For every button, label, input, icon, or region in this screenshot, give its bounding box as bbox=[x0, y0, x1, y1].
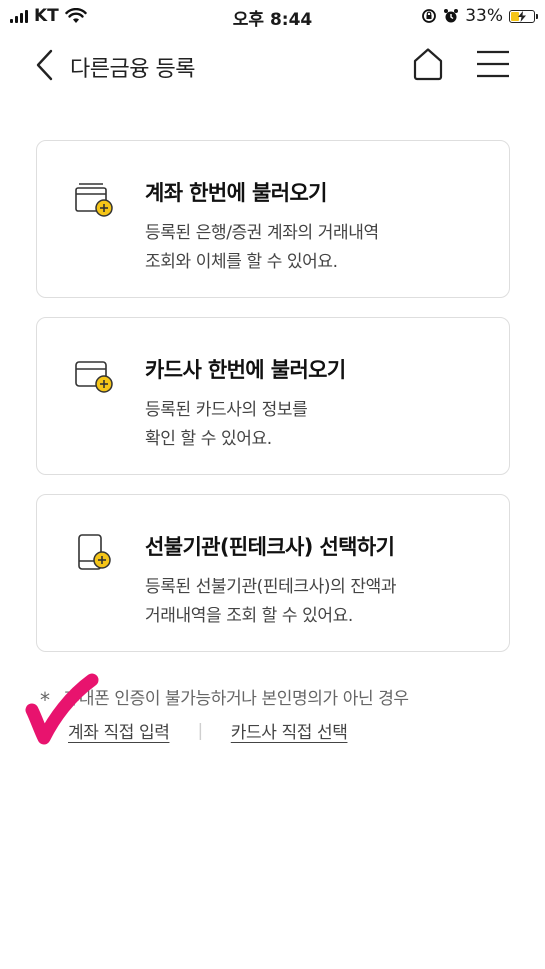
back-button[interactable] bbox=[34, 48, 58, 82]
page-title: 다른금융 등록 bbox=[70, 57, 195, 82]
chevron-left-icon bbox=[36, 49, 53, 81]
link-separator: | bbox=[197, 720, 203, 741]
home-icon bbox=[413, 48, 443, 81]
alarm-icon bbox=[444, 9, 459, 23]
account-manual-input-link[interactable]: 계좌 직접 입력 bbox=[68, 718, 170, 743]
notice-text: * 휴대폰 인증이 불가능하거나 본인명의가 아닌 경우 bbox=[40, 684, 409, 712]
card-description: 등록된 카드사의 정보를 확인 할 수 있어요. bbox=[145, 396, 308, 454]
status-right: 33% bbox=[421, 6, 538, 26]
card-title: 계좌 한번에 불러오기 bbox=[145, 181, 328, 205]
header: 다른금융 등록 bbox=[0, 40, 545, 90]
card-description: 등록된 선불기관(핀테크사)의 잔액과 거래내역을 조회 할 수 있어요. bbox=[145, 573, 396, 631]
card-title: 카드사 한번에 불러오기 bbox=[145, 358, 346, 382]
credit-card-add-icon bbox=[75, 361, 113, 393]
card-import-accounts[interactable]: 계좌 한번에 불러오기 등록된 은행/증권 계좌의 거래내역 조회와 이체를 할… bbox=[36, 140, 510, 298]
rotation-lock-icon bbox=[422, 9, 437, 23]
menu-button[interactable] bbox=[476, 50, 510, 78]
card-title: 선불기관(핀테크사) 선택하기 bbox=[145, 535, 395, 559]
home-button[interactable] bbox=[410, 46, 446, 82]
card-desc-line: 등록된 카드사의 정보를 bbox=[145, 400, 308, 420]
account-add-icon bbox=[75, 183, 113, 217]
battery-icon bbox=[509, 9, 538, 23]
asterisk: * bbox=[40, 688, 50, 712]
status-bar: KT 오후 8:44 33% bbox=[0, 0, 545, 34]
card-desc-line: 거래내역을 조회 할 수 있어요. bbox=[145, 606, 353, 626]
card-description: 등록된 은행/증권 계좌의 거래내역 조회와 이체를 할 수 있어요. bbox=[145, 219, 379, 277]
card-manual-select-link[interactable]: 카드사 직접 선택 bbox=[231, 718, 348, 743]
card-import-card-companies[interactable]: 카드사 한번에 불러오기 등록된 카드사의 정보를 확인 할 수 있어요. bbox=[36, 317, 510, 475]
card-desc-line: 조회와 이체를 할 수 있어요. bbox=[145, 252, 338, 272]
card-select-prepaid-fintech[interactable]: 선불기관(핀테크사) 선택하기 등록된 선불기관(핀테크사)의 잔액과 거래내역… bbox=[36, 494, 510, 652]
phone-add-icon bbox=[78, 534, 111, 570]
hamburger-menu-icon bbox=[477, 50, 509, 78]
battery-percent: 33% bbox=[465, 6, 503, 26]
notice-message: 휴대폰 인증이 불가능하거나 본인명의가 아닌 경우 bbox=[63, 689, 409, 709]
card-desc-line: 등록된 선불기관(핀테크사)의 잔액과 bbox=[145, 577, 397, 597]
card-desc-line: 확인 할 수 있어요. bbox=[145, 429, 272, 449]
manual-links: 계좌 직접 입력 | 카드사 직접 선택 bbox=[68, 718, 348, 744]
card-desc-line: 등록된 은행/증권 계좌의 거래내역 bbox=[145, 223, 379, 243]
